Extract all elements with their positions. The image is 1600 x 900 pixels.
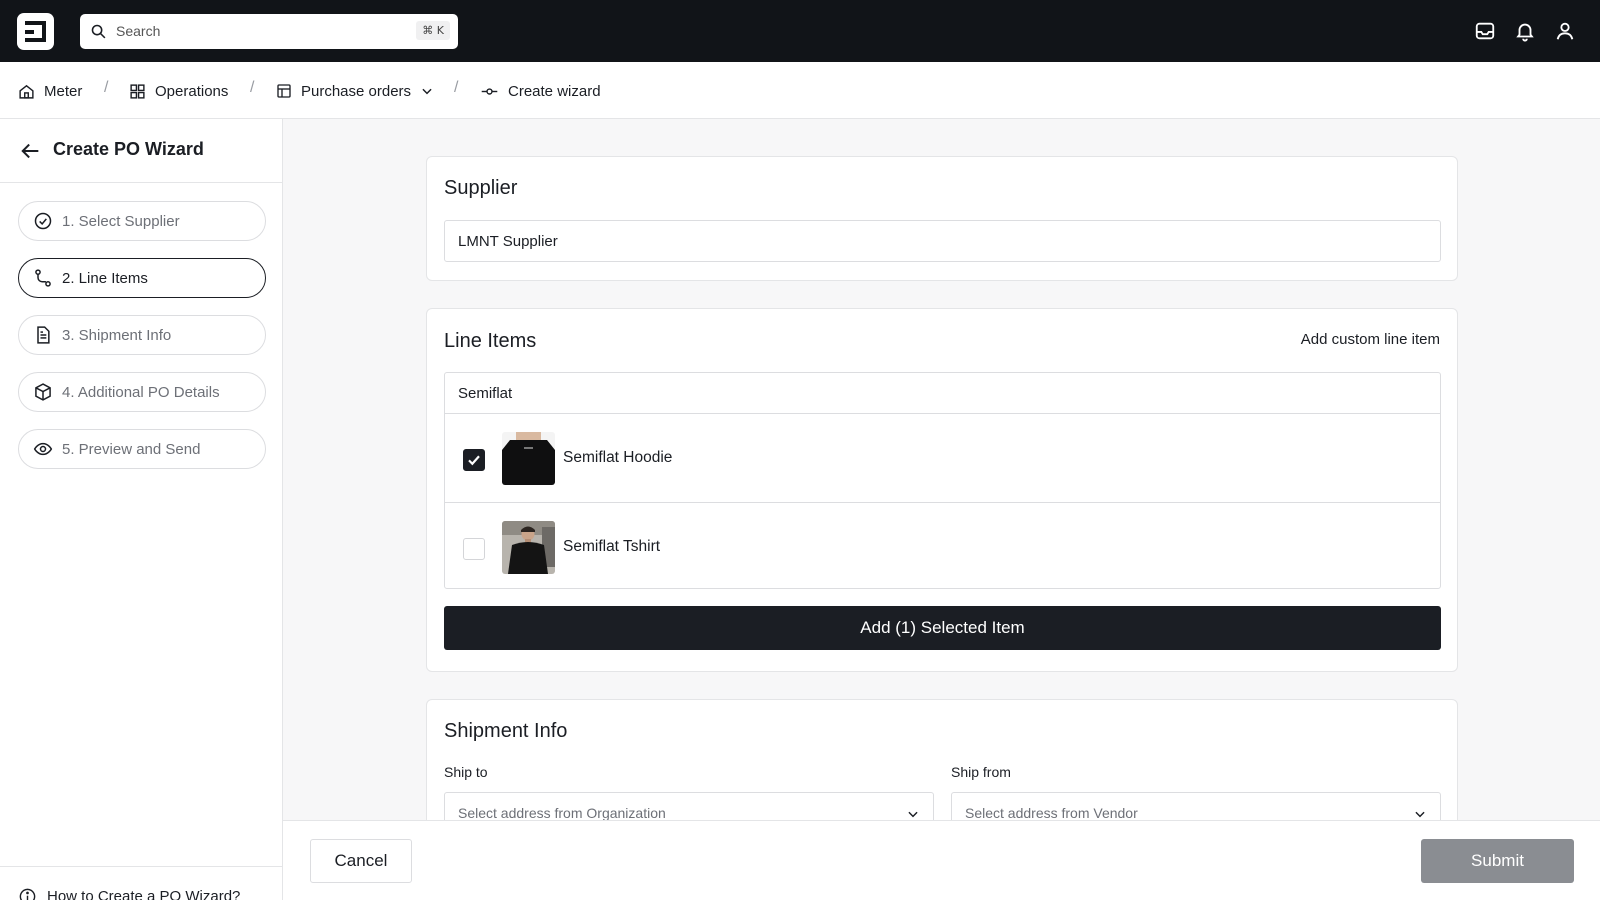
ship-from-placeholder: Select address from Vendor [965, 805, 1138, 821]
shortcut-hint: ⌘ K [416, 21, 450, 40]
breadcrumb-label: Purchase orders [301, 82, 412, 100]
sidebar-title: Create PO Wizard [53, 139, 204, 159]
step-label: 2. Line Items [62, 269, 148, 287]
step-select-supplier[interactable]: 1. Select Supplier [18, 201, 266, 241]
inbox-icon[interactable] [1474, 20, 1496, 42]
chevron-down-icon [1415, 811, 1425, 818]
submit-button[interactable]: Submit [1421, 839, 1574, 883]
item-name: Semiflat Hoodie [563, 449, 673, 466]
eye-icon [33, 442, 53, 456]
help-section: How to Create a PO Wizard? [0, 866, 282, 900]
breadcrumb-create-wizard[interactable]: Create wizard [480, 79, 601, 103]
step-preview-send[interactable]: 5. Preview and Send [18, 429, 266, 469]
shipment-title: Shipment Info [444, 720, 568, 742]
step-label: 1. Select Supplier [62, 212, 180, 230]
home-icon [19, 84, 34, 99]
commit-icon [481, 87, 498, 95]
step-line-items[interactable]: 2. Line Items [18, 258, 266, 298]
ship-to-label: Ship to [444, 764, 488, 780]
breadcrumb-separator: / [454, 79, 459, 96]
supplier-card: Supplier LMNT Supplier [426, 156, 1458, 281]
breadcrumb-meter[interactable]: Meter [18, 79, 82, 103]
breadcrumb-separator: / [250, 79, 255, 96]
item-checkbox[interactable] [463, 449, 485, 471]
list-item[interactable]: Semiflat Tshirt [445, 504, 1440, 592]
arrow-left-icon[interactable] [20, 140, 42, 162]
breadcrumb-label: Meter [44, 82, 83, 100]
line-items-search-input[interactable]: Semiflat [445, 373, 1440, 414]
breadcrumb-separator: / [104, 79, 109, 96]
check-circle-icon [34, 212, 52, 230]
help-label: How to Create a PO Wizard? [47, 888, 241, 900]
item-checkbox[interactable] [463, 538, 485, 560]
sidebar-header: Create PO Wizard [0, 119, 282, 183]
step-label: 4. Additional PO Details [62, 383, 220, 401]
app-logo[interactable] [17, 13, 54, 50]
breadcrumb: Meter / Operations / Purchase orders / C… [0, 62, 1600, 119]
ship-to-placeholder: Select address from Organization [458, 805, 666, 821]
supplier-field[interactable]: LMNT Supplier [444, 220, 1441, 262]
bell-icon[interactable] [1514, 20, 1536, 42]
step-label: 3. Shipment Info [62, 326, 172, 344]
breadcrumb-purchase-orders[interactable]: Purchase orders [276, 79, 434, 103]
filter-value: Semiflat [458, 384, 513, 402]
breadcrumb-label: Create wizard [508, 82, 601, 100]
item-name: Semiflat Tshirt [563, 538, 661, 555]
tshirt-thumbnail [502, 521, 555, 574]
supplier-title: Supplier [444, 177, 518, 199]
chevron-down-icon[interactable] [420, 84, 434, 98]
step-label: 5. Preview and Send [62, 440, 201, 458]
wizard-sidebar: Create PO Wizard 1. Select Supplier 2. L… [0, 119, 283, 900]
add-custom-line-item-link[interactable]: Add custom line item [1301, 331, 1440, 348]
ship-from-label: Ship from [951, 764, 1011, 780]
hoodie-thumbnail [502, 432, 555, 485]
logo-mark [25, 21, 46, 42]
step-shipment-info[interactable]: 3. Shipment Info [18, 315, 266, 355]
help-link[interactable]: How to Create a PO Wizard? [18, 887, 240, 900]
supplier-value: LMNT Supplier [458, 232, 558, 250]
search-bar[interactable]: ⌘ K [80, 14, 458, 49]
step-additional-details[interactable]: 4. Additional PO Details [18, 372, 266, 412]
chevron-down-icon [908, 811, 918, 818]
cancel-button[interactable]: Cancel [310, 839, 412, 883]
info-icon [19, 888, 36, 900]
check-icon [468, 455, 480, 466]
user-icon[interactable] [1554, 20, 1576, 42]
line-items-card: Line Items Add custom line item Semiflat… [426, 308, 1458, 672]
route-icon [35, 269, 51, 287]
box-icon [35, 383, 51, 401]
line-items-list: Semiflat Semiflat Hoodie Semiflat Tshirt [444, 372, 1441, 589]
grid-icon [130, 83, 145, 99]
wizard-footer: Cancel Submit [283, 820, 1600, 900]
search-icon [91, 24, 106, 39]
table-icon [277, 84, 291, 98]
line-items-title: Line Items [444, 330, 537, 352]
list-item[interactable]: Semiflat Hoodie [445, 415, 1440, 503]
search-input[interactable] [116, 20, 396, 42]
document-icon [37, 326, 50, 344]
add-selected-item-button[interactable]: Add (1) Selected Item [444, 606, 1441, 650]
top-bar: ⌘ K [0, 0, 1600, 62]
breadcrumb-operations[interactable]: Operations [129, 79, 228, 103]
breadcrumb-label: Operations [155, 82, 229, 100]
